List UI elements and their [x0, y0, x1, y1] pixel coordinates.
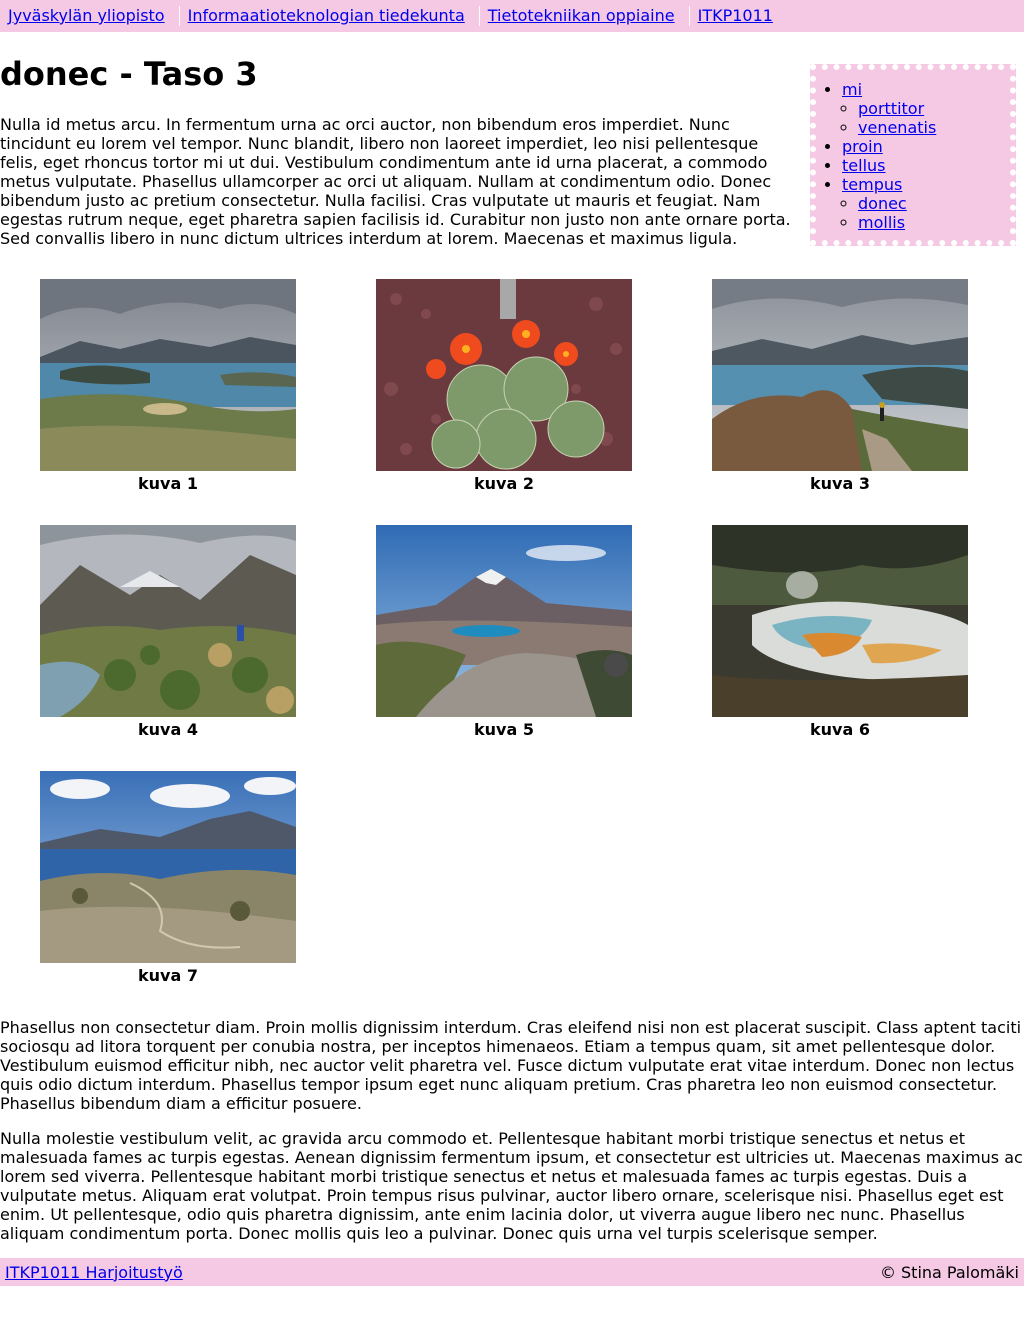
footer-course-link[interactable]: ITKP1011 Harjoitustyö — [5, 1263, 183, 1282]
breadcrumb-link-university[interactable]: Jyväskylän yliopisto — [8, 0, 165, 32]
copyright-text: © Stina Palomäki — [879, 1262, 1019, 1282]
body-paragraph: Nulla molestie vestibulum velit, ac grav… — [0, 1129, 1023, 1243]
toc-list: mi porttitor venenatis proin tellus temp… — [816, 80, 1010, 232]
gallery-item: kuva 5 — [376, 525, 632, 741]
image-caption: kuva 4 — [138, 720, 198, 739]
table-of-contents: mi porttitor venenatis proin tellus temp… — [810, 64, 1016, 246]
breadcrumb-link-course[interactable]: ITKP1011 — [698, 0, 773, 32]
breadcrumb-separator — [688, 6, 690, 26]
footer: ITKP1011 Harjoitustyö © Stina Palomäki — [0, 1258, 1024, 1286]
image-caption: kuva 3 — [810, 474, 870, 493]
image-caption: kuva 6 — [810, 720, 870, 739]
page-title: donec - Taso 3 — [0, 55, 258, 93]
toc-link-donec[interactable]: donec — [858, 194, 907, 213]
breadcrumb-link-faculty[interactable]: Informaatioteknologian tiedekunta — [188, 0, 465, 32]
toc-link-venenatis[interactable]: venenatis — [858, 118, 936, 137]
geothermal-terrace-photo[interactable] — [712, 525, 968, 717]
image-caption: kuva 1 — [138, 474, 198, 493]
image-caption: kuva 5 — [474, 720, 534, 739]
toc-link-mollis[interactable]: mollis — [858, 213, 905, 232]
toc-item-porttitor: porttitor — [858, 99, 1010, 118]
toc-link-proin[interactable]: proin — [842, 137, 883, 156]
toc-link-tempus[interactable]: tempus — [842, 175, 902, 194]
toc-link-tellus[interactable]: tellus — [842, 156, 885, 175]
toc-sublist: porttitor venenatis — [842, 99, 1010, 137]
toc-item-donec: donec — [858, 194, 1010, 213]
image-caption: kuva 7 — [138, 966, 198, 985]
valley-stream-photo[interactable] — [40, 525, 296, 717]
image-caption: kuva 2 — [474, 474, 534, 493]
intro-paragraph: Nulla id metus arcu. In fermentum urna a… — [0, 115, 791, 248]
toc-item-proin: proin — [842, 137, 1010, 156]
toc-item-mi: mi porttitor venenatis — [842, 80, 1010, 137]
gallery-item: kuva 2 — [376, 279, 632, 495]
lake-panorama-photo[interactable] — [40, 279, 296, 471]
gallery-item: kuva 4 — [40, 525, 296, 741]
toc-link-porttitor[interactable]: porttitor — [858, 99, 924, 118]
toc-sublist: donec mollis — [842, 194, 1010, 232]
toc-item-tellus: tellus — [842, 156, 1010, 175]
volcano-lake-photo[interactable] — [376, 525, 632, 717]
toc-link-mi[interactable]: mi — [842, 80, 862, 99]
breadcrumb-separator — [478, 6, 480, 26]
gallery-item: kuva 7 — [40, 771, 296, 987]
cactus-flowers-photo[interactable] — [376, 279, 632, 471]
toc-item-tempus: tempus donec mollis — [842, 175, 1010, 232]
breadcrumb: Jyväskylän yliopisto Informaatioteknolog… — [0, 0, 1024, 32]
gallery-item: kuva 1 — [40, 279, 296, 495]
toc-item-mollis: mollis — [858, 213, 1010, 232]
breadcrumb-link-subject[interactable]: Tietotekniikan oppiaine — [488, 0, 675, 32]
mountain-ridge-photo[interactable] — [712, 279, 968, 471]
lake-clouds-photo[interactable] — [40, 771, 296, 963]
gallery-item: kuva 6 — [712, 525, 968, 741]
toc-item-venenatis: venenatis — [858, 118, 1010, 137]
breadcrumb-separator — [178, 6, 180, 26]
body-paragraph: Phasellus non consectetur diam. Proin mo… — [0, 1018, 1022, 1113]
gallery-item: kuva 3 — [712, 279, 968, 495]
